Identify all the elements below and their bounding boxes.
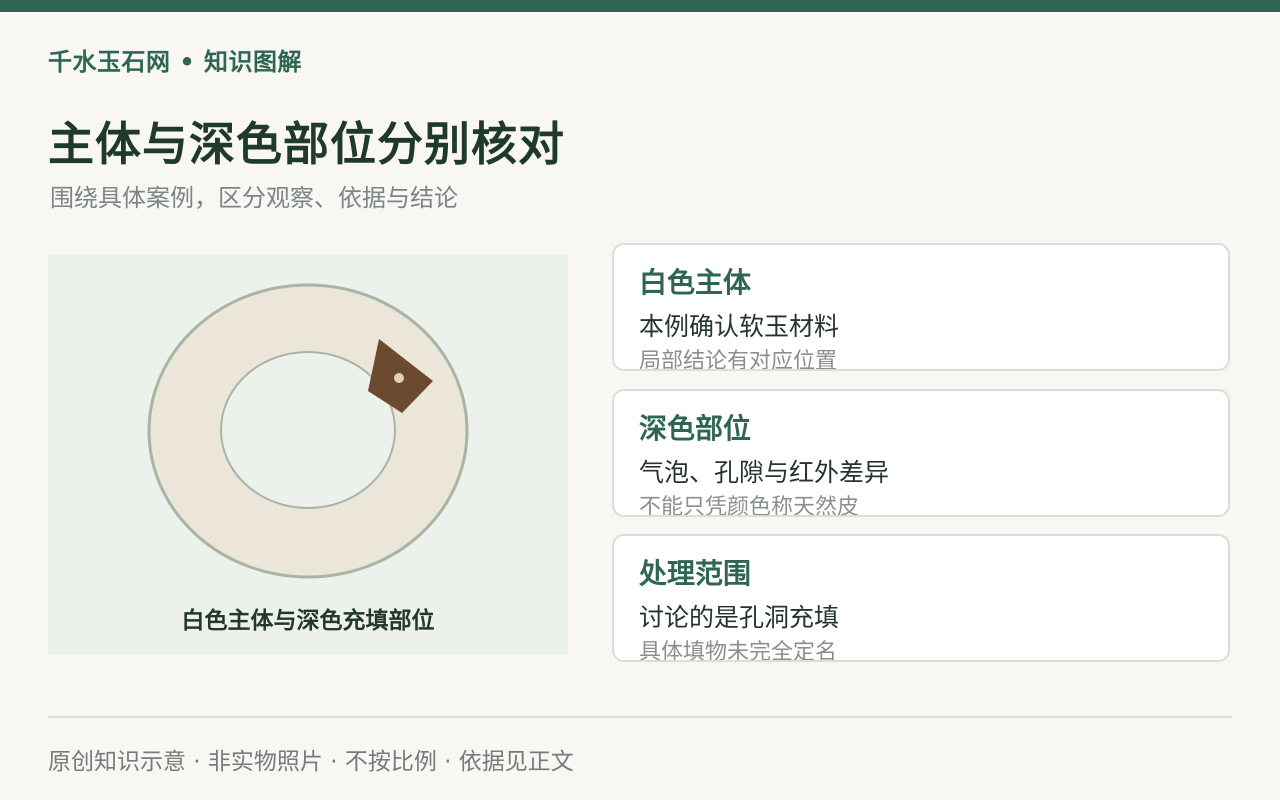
top-accent-bar (0, 0, 1280, 12)
card-note: 不能只凭颜色称天然皮 (639, 495, 860, 517)
page-subtitle: 围绕具体案例，区分观察、依据与结论 (50, 184, 458, 212)
card-main-text: 讨论的是孔洞充填 (639, 603, 840, 632)
ring-inner-edge (220, 351, 396, 509)
card-main-text: 气泡、孔隙与红外差异 (639, 458, 890, 487)
card-white-body: 白色主体 本例确认软玉材料 局部结论有对应位置 (612, 243, 1230, 371)
diagram-panel: 白色主体与深色充填部位 (48, 255, 568, 655)
diagram-caption: 白色主体与深色充填部位 (181, 608, 435, 634)
jade-ring-body (148, 285, 467, 577)
card-note: 具体填物未完全定名 (639, 640, 838, 662)
page-title: 主体与深色部位分别核对 (48, 117, 565, 171)
jade-ring-diagram (147, 283, 469, 579)
card-title: 白色主体 (639, 266, 752, 299)
footer-note: 原创知识示意 · 非实物照片 · 不按比例 · 依据见正文 (48, 749, 574, 775)
card-dark-area: 深色部位 气泡、孔隙与红外差异 不能只凭颜色称天然皮 (612, 389, 1230, 517)
card-main-text: 本例确认软玉材料 (639, 312, 840, 341)
card-title: 处理范围 (639, 557, 752, 590)
card-note: 局部结论有对应位置 (639, 349, 838, 371)
filled-pore-dot (394, 373, 404, 383)
card-title: 深色部位 (639, 412, 752, 445)
brand-label: 千水玉石网 • 知识图解 (48, 48, 303, 76)
footer-divider (48, 716, 1232, 718)
card-treatment-scope: 处理范围 讨论的是孔洞充填 具体填物未完全定名 (612, 534, 1230, 662)
